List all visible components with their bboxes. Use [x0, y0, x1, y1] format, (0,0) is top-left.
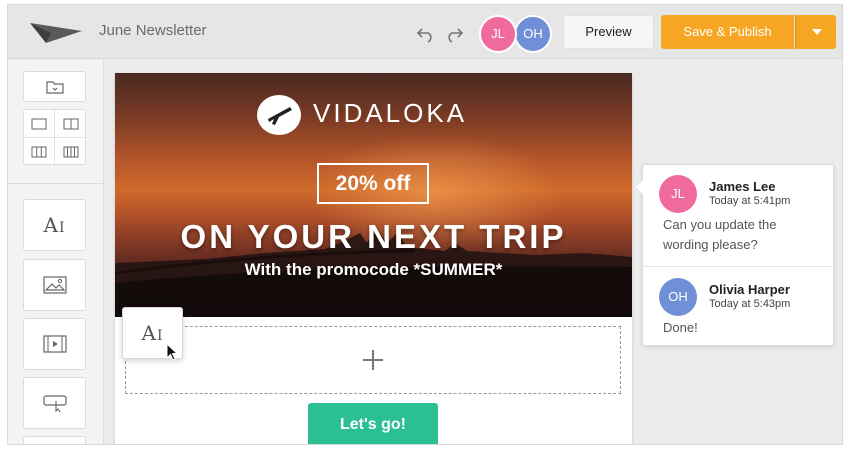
comment-text: Can you update the wording please? [663, 217, 777, 252]
brand-name: VIDALOKA [313, 98, 468, 128]
comment-divider [643, 266, 833, 267]
text-block-icon: AI [141, 321, 164, 345]
cta-button[interactable]: Let's go! [308, 403, 438, 444]
app-logo-icon[interactable] [28, 19, 84, 45]
button-block-icon [42, 395, 67, 413]
plus-icon[interactable] [362, 349, 384, 371]
discount-badge: 20% off [317, 163, 429, 204]
collaborator-avatar-oh[interactable]: OH [514, 15, 552, 53]
comment-time: Today at 5:41pm [709, 195, 791, 207]
app-window: June Newsletter JL OH Preview Save & Pub… [7, 4, 843, 445]
preview-button[interactable]: Preview [563, 15, 654, 49]
layout-one-column[interactable] [24, 110, 55, 138]
one-column-layout-icon [31, 118, 47, 129]
comment-author: Olivia Harper [709, 282, 790, 297]
three-column-layout-icon [31, 146, 47, 158]
save-publish-button[interactable]: Save & Publish [661, 15, 794, 49]
more-block-tool[interactable] [23, 436, 86, 444]
hero-subline: With the promocode *SUMMER* [244, 260, 503, 279]
collaborator-avatar-jl[interactable]: JL [479, 15, 517, 53]
publish-options-dropdown[interactable] [795, 15, 836, 49]
layout-grid [23, 109, 86, 166]
text-block-icon: AI [43, 213, 66, 237]
block-drop-zone[interactable] [125, 326, 621, 394]
button-block-tool[interactable] [23, 377, 86, 429]
comment-avatar: JL [659, 175, 697, 213]
layout-three-column[interactable] [24, 138, 55, 166]
redo-icon[interactable] [444, 25, 464, 43]
image-block-tool[interactable] [23, 259, 86, 311]
undo-icon[interactable] [416, 25, 436, 43]
sidebar-divider [8, 183, 104, 184]
comments-panel: JL James Lee Today at 5:41pm Can you upd… [634, 164, 834, 346]
airplane-icon [268, 107, 292, 125]
comment-avatar: OH [659, 278, 697, 316]
four-column-layout-icon [63, 146, 78, 158]
block-sidebar: AI [8, 59, 104, 444]
text-block-tool[interactable]: AI [23, 199, 86, 251]
comment-text: Done! [663, 320, 698, 335]
layout-two-column[interactable] [55, 110, 86, 138]
layout-four-column[interactable] [55, 138, 86, 166]
video-block-tool[interactable] [23, 318, 86, 370]
comment-author: James Lee [709, 179, 776, 194]
two-column-layout-icon [63, 118, 78, 129]
folder-icon [45, 80, 64, 94]
video-block-icon [42, 335, 67, 353]
image-block-icon [42, 276, 67, 294]
top-bar: June Newsletter JL OH Preview Save & Pub… [8, 5, 842, 59]
folder-tool[interactable] [23, 71, 86, 102]
mouse-cursor-icon [166, 343, 179, 361]
brand-logo-badge [257, 95, 301, 135]
hero-headline: ON YOUR NEXT TRIP [180, 218, 567, 255]
comment-time: Today at 5:43pm [709, 298, 791, 310]
document-title[interactable]: June Newsletter [99, 22, 207, 39]
email-canvas: VIDALOKA 20% off ON YOUR NEXT TRIP With … [115, 73, 632, 444]
hero-image[interactable]: VIDALOKA 20% off ON YOUR NEXT TRIP With … [115, 73, 632, 317]
